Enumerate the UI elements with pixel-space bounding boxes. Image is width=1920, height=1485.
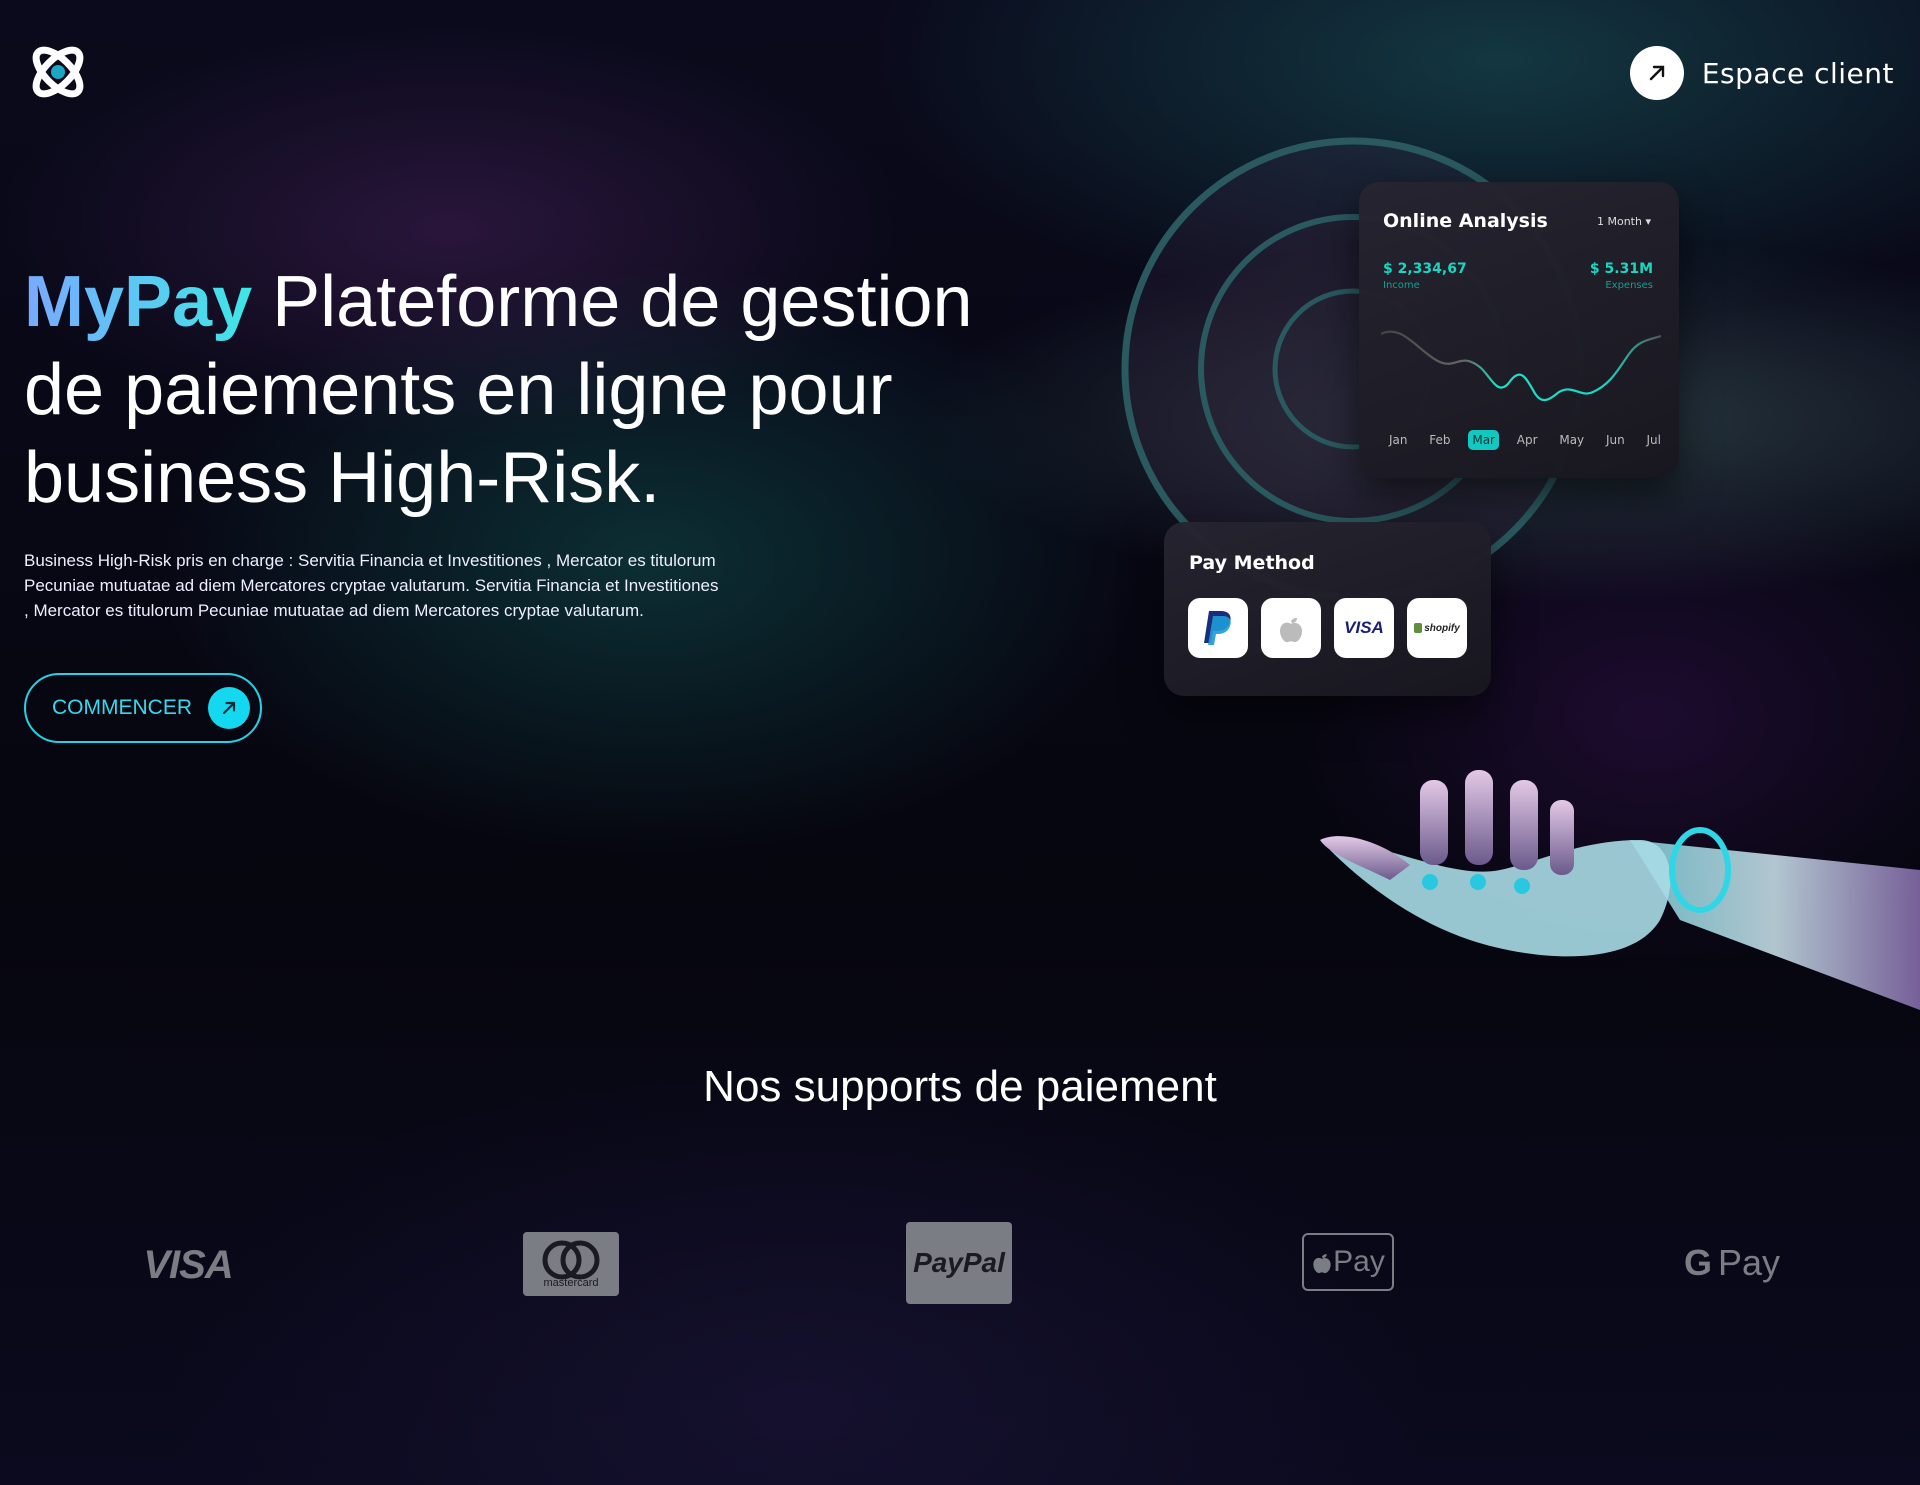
pay-method-card: Pay Method VISA shopify: [1164, 522, 1491, 696]
expenses-label: Expenses: [1605, 280, 1653, 291]
hero-description: Business High-Risk pris en charge : Serv…: [24, 551, 719, 620]
analysis-line-chart: [1381, 330, 1661, 402]
paypal-icon[interactable]: [1188, 598, 1248, 658]
month-label[interactable]: May: [1555, 430, 1588, 450]
income-value: $ 2,334,67: [1383, 261, 1467, 277]
hero-title: MyPay Plateforme de gestion de paiements…: [24, 258, 1064, 522]
visa-logo: VISA: [138, 1242, 238, 1288]
month-axis: Jan Feb Mar Apr May Jun Jul: [1385, 430, 1665, 450]
google-pay-logo-text: Pay: [1717, 1242, 1781, 1283]
mastercard-logo: mastercard: [523, 1232, 619, 1296]
month-label[interactable]: Jul: [1643, 430, 1665, 450]
mastercard-logo-text: mastercard: [543, 1277, 599, 1289]
pay-method-icons: VISA shopify: [1188, 598, 1467, 658]
paypal-logo: PayPal: [906, 1222, 1012, 1304]
shopify-text: shopify: [1424, 622, 1460, 634]
analysis-title: Online Analysis: [1383, 210, 1548, 232]
client-area-label: Espace client: [1701, 56, 1894, 90]
payment-logos-row: VISA mastercard PayPal Pay G Pay: [0, 1220, 1920, 1310]
online-analysis-card: Online Analysis 1 Month ▾ $ 2,334,67 Inc…: [1359, 182, 1679, 478]
brand-name: MyPay: [24, 262, 253, 342]
start-button[interactable]: COMMENCER: [24, 673, 262, 743]
start-button-label: COMMENCER: [52, 696, 192, 719]
caret-down-icon: ▾: [1645, 215, 1651, 228]
visa-text: VISA: [1344, 618, 1384, 637]
apple-icon: [1313, 1254, 1331, 1274]
month-label[interactable]: Feb: [1425, 430, 1454, 450]
period-label: 1 Month: [1596, 215, 1642, 228]
analysis-line: [1381, 330, 1661, 402]
paypal-logo-text: PayPal: [913, 1247, 1005, 1278]
apple-icon[interactable]: [1261, 598, 1321, 658]
period-dropdown[interactable]: 1 Month ▾: [1597, 215, 1651, 228]
month-label[interactable]: Apr: [1513, 430, 1542, 450]
google-pay-logo: G Pay: [1682, 1238, 1782, 1288]
apple-pay-logo: Pay: [1302, 1233, 1394, 1291]
atom-logo-icon[interactable]: [24, 38, 92, 106]
shopify-bag-icon: [1414, 623, 1423, 633]
visa-logo-text: VISA: [143, 1242, 233, 1287]
pay-method-title: Pay Method: [1189, 552, 1315, 574]
month-label-active[interactable]: Mar: [1468, 430, 1499, 450]
apple-pay-logo-text: Pay: [1333, 1245, 1385, 1278]
mastercard-circles-icon: [542, 1240, 600, 1280]
month-label[interactable]: Jan: [1385, 430, 1412, 450]
month-label[interactable]: Jun: [1602, 430, 1629, 450]
expenses-value: $ 5.31M: [1589, 261, 1653, 277]
income-label: Income: [1383, 280, 1420, 291]
visa-icon[interactable]: VISA: [1334, 598, 1394, 658]
shopify-icon[interactable]: shopify: [1407, 598, 1467, 658]
supports-title: Nos supports de paiement: [703, 1062, 1217, 1111]
arrow-up-right-icon: [1629, 46, 1684, 100]
arrow-up-right-icon: [208, 687, 250, 729]
robot-hand-illustration: [1320, 770, 1920, 1010]
google-g-icon: G: [1683, 1242, 1712, 1283]
client-area-button[interactable]: Espace client: [1629, 46, 1894, 100]
